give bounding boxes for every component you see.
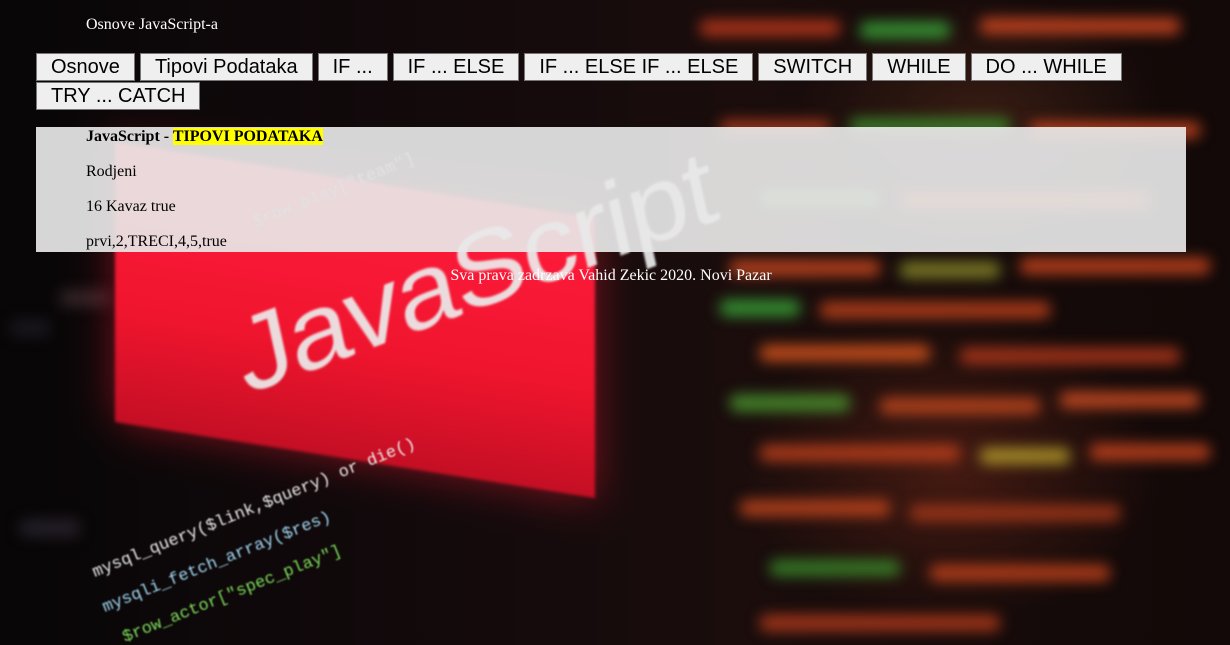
- section-title-highlight: TIPOVI PODATAKA: [172, 128, 323, 145]
- section-title-prefix: JavaScript -: [86, 128, 173, 145]
- nav-button-switch[interactable]: SWITCH: [758, 53, 868, 81]
- nav-button-if-else[interactable]: IF ... ELSE: [392, 53, 520, 81]
- nav-button-while[interactable]: WHILE: [872, 53, 966, 81]
- nav-button-tipovi-podataka[interactable]: Tipovi Podataka: [139, 53, 313, 81]
- nav-button-osnove[interactable]: Osnove: [36, 53, 135, 81]
- footer-copyright: Sva prava zadrzava Vahid Zekic 2020. Nov…: [450, 267, 772, 284]
- nav-button-do-while[interactable]: DO ... WHILE: [970, 53, 1122, 81]
- content-panel: JavaScript - TIPOVI PODATAKA Rodjeni 16 …: [36, 127, 1186, 252]
- nav-button-try-catch[interactable]: TRY ... CATCH: [36, 82, 201, 110]
- page-title: Osnove JavaScript-a: [86, 16, 218, 33]
- output-line: prvi,2,TRECI,4,5,true: [86, 233, 227, 250]
- section-title: JavaScript - TIPOVI PODATAKA: [86, 127, 1186, 146]
- nav-button-if[interactable]: IF ...: [317, 53, 388, 81]
- output-line: 16 Kavaz true: [86, 198, 176, 215]
- topic-nav: Osnove Tipovi Podataka IF ... IF ... ELS…: [36, 53, 1196, 110]
- output-line: Rodjeni: [86, 163, 137, 180]
- nav-button-if-else-if-else[interactable]: IF ... ELSE IF ... ELSE: [524, 53, 754, 81]
